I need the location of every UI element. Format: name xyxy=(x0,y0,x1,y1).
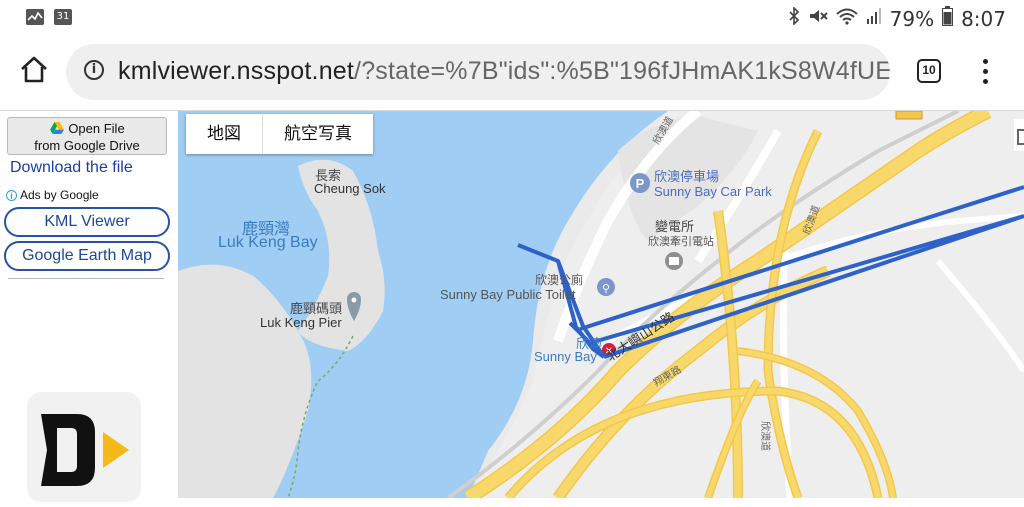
url-host: kmlviewer.nsspot.net xyxy=(118,57,355,85)
tab-switcher-button[interactable]: 10 xyxy=(917,59,941,83)
tab-map[interactable]: 地図 xyxy=(186,114,262,154)
ads-label: Ads by Google xyxy=(20,188,99,202)
url-text[interactable]: kmlviewer.nsspot.net/?state=%7B"ids":%5B… xyxy=(118,57,890,86)
sidebar: Open File from Google Drive Download the … xyxy=(0,111,178,502)
tab-satellite[interactable]: 航空写真 xyxy=(262,114,373,154)
wifi-icon xyxy=(835,7,858,30)
activity-icon xyxy=(26,9,44,25)
label-car-park-zh: 欣澳停車場 xyxy=(654,170,720,185)
label-toilet-en: Sunny Bay Public Toilet xyxy=(440,287,576,302)
label-luk-keng-bay-en: Luk Keng Bay xyxy=(218,234,318,251)
open-from-drive-button[interactable]: Open File from Google Drive xyxy=(7,117,167,155)
sidebar-divider xyxy=(8,278,164,279)
label-cheung-sok-en: Cheung Sok xyxy=(314,181,386,196)
label-substation-zh2: 欣澳牽引電站 xyxy=(648,235,714,248)
label-luk-keng-pier-en: Luk Keng Pier xyxy=(260,315,342,330)
google-earth-map-ad-button[interactable]: Google Earth Map xyxy=(4,241,170,271)
status-bar: 31 79% 8:07 xyxy=(0,0,1024,34)
signal-icon xyxy=(866,7,882,30)
browser-toolbar: i kmlviewer.nsspot.net/?state=%7B"ids":%… xyxy=(0,34,1024,110)
url-path: /?state=%7B"ids":%5B"196fJHmAK1kS8W4fUEy… xyxy=(354,57,890,85)
clock: 8:07 xyxy=(961,6,1006,31)
site-info-icon[interactable]: i xyxy=(84,60,104,80)
drive-button-line1: Open File xyxy=(68,121,125,136)
battery-percent: 79% xyxy=(889,6,935,31)
more-menu-icon[interactable] xyxy=(978,57,992,87)
label-road-yan-o-3: 欣澳道 xyxy=(759,421,770,451)
label-car-park-en: Sunny Bay Car Park xyxy=(654,184,772,199)
battery-icon xyxy=(942,6,954,31)
mute-icon xyxy=(808,7,828,30)
bluetooth-icon xyxy=(788,6,800,30)
svg-text:⚲: ⚲ xyxy=(602,283,610,295)
address-bar[interactable]: i kmlviewer.nsspot.net/?state=%7B"ids":%… xyxy=(66,44,890,100)
drive-button-line2: from Google Drive xyxy=(34,138,140,153)
map-view[interactable]: P ⚲ ✕ 長索 Cheung Sok 鹿頸灣 Luk Keng Bay 鹿頸碼… xyxy=(178,111,1024,498)
calendar-icon: 31 xyxy=(54,9,72,25)
home-icon[interactable] xyxy=(18,54,50,86)
ads-by-google[interactable]: i Ads by Google xyxy=(6,188,99,202)
google-drive-icon xyxy=(50,122,65,134)
fullscreen-icon[interactable] xyxy=(1014,119,1024,151)
label-station-en: Sunny Bay xyxy=(534,349,597,364)
kml-viewer-ad-button[interactable]: KML Viewer xyxy=(4,207,170,237)
ad-info-icon[interactable]: i xyxy=(6,189,17,201)
app-logo[interactable] xyxy=(27,392,141,502)
map-type-switcher: 地図 航空写真 xyxy=(186,114,373,154)
download-file-link[interactable]: Download the file xyxy=(10,159,133,177)
svg-text:P: P xyxy=(636,176,645,191)
label-toilet-zh: 欣澳公廁 xyxy=(535,273,584,287)
d-logo-icon xyxy=(41,414,129,486)
